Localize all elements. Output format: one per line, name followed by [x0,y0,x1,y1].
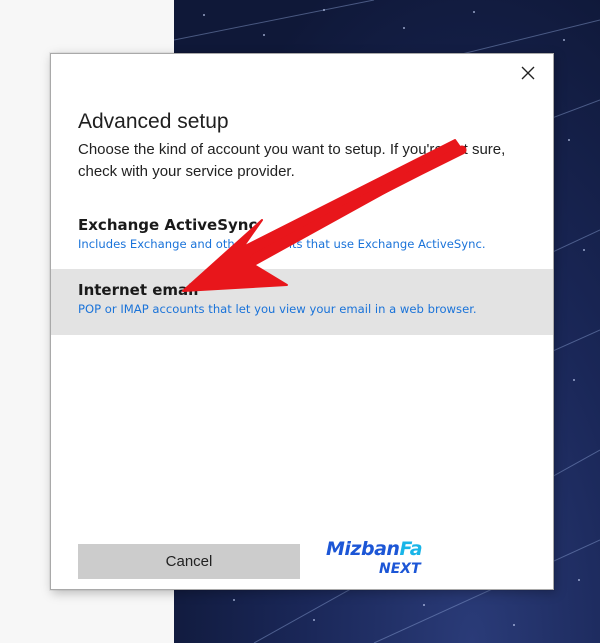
option-title: Internet email [78,281,199,299]
option-exchange-activesync[interactable]: Exchange ActiveSync Includes Exchange an… [51,204,553,270]
close-icon [521,66,535,80]
option-title: Exchange ActiveSync [78,216,258,234]
dialog-description: Choose the kind of account you want to s… [78,141,506,180]
option-subtitle: POP or IMAP accounts that let you view y… [78,302,477,316]
advanced-setup-dialog: Advanced setup Choose the kind of accoun… [50,53,554,590]
dialog-title: Advanced setup [78,110,229,133]
close-button[interactable] [515,60,541,86]
logo-wordmark: MizbanFa [326,538,423,560]
cancel-button[interactable]: Cancel [78,544,300,579]
watermark-logo: MizbanFa NEXT [326,538,446,582]
logo-subtext: NEXT [379,561,421,577]
option-internet-email[interactable]: Internet email POP or IMAP accounts that… [51,269,553,335]
option-subtitle: Includes Exchange and other accounts tha… [78,237,486,251]
logo-accent-text: Fa [399,538,423,560]
logo-main-text: Mizban [326,538,400,560]
